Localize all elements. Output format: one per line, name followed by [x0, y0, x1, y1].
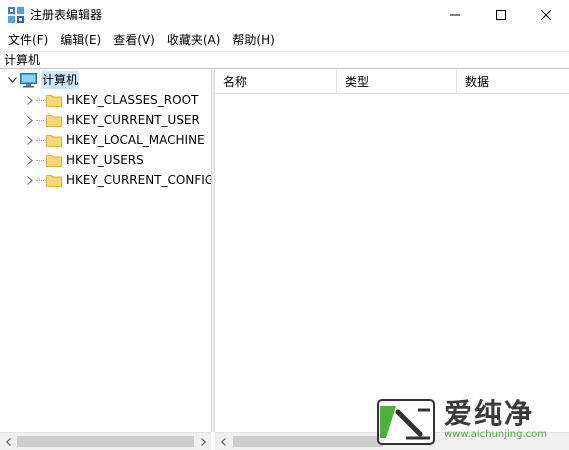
- tree-connector: [36, 139, 44, 141]
- window-title: 注册表编辑器: [30, 8, 103, 22]
- scroll-left-button[interactable]: [0, 433, 16, 450]
- tree-connector: [36, 99, 44, 101]
- tree-item-label: HKEY_USERS: [66, 153, 144, 167]
- menu-help[interactable]: 帮助(H): [226, 30, 280, 50]
- tree-horizontal-scrollbar[interactable]: [0, 432, 211, 450]
- chevron-right-icon[interactable]: [24, 90, 36, 110]
- tree-item-label: HKEY_LOCAL_MACHINE: [66, 133, 205, 147]
- minimize-icon: [450, 14, 460, 16]
- chevron-right-icon[interactable]: [24, 110, 36, 130]
- chevron-right-icon[interactable]: [24, 130, 36, 150]
- scroll-thumb[interactable]: [233, 436, 383, 447]
- registry-editor-icon: [8, 7, 24, 23]
- folder-icon: [46, 115, 62, 127]
- column-header-data[interactable]: 数据: [457, 70, 569, 94]
- title-bar: 注册表编辑器: [0, 0, 569, 30]
- menu-view[interactable]: 查看(V): [107, 30, 161, 50]
- tree-item-label: HKEY_CLASSES_ROOT: [66, 93, 199, 107]
- scroll-thumb[interactable]: [17, 436, 194, 447]
- tree-connector: [36, 159, 44, 161]
- tree-connector: [36, 119, 44, 121]
- aichunjing-logo-icon: [377, 399, 435, 445]
- chevron-right-icon[interactable]: [24, 150, 36, 170]
- scroll-left-button[interactable]: [215, 433, 231, 450]
- tree-item-hkey-users[interactable]: HKEY_USERS: [24, 150, 145, 170]
- minimize-button[interactable]: [432, 0, 478, 30]
- tree-item-label: HKEY_CURRENT_CONFIG: [66, 173, 211, 187]
- folder-icon: [46, 155, 62, 167]
- tree-item-hkey-classes-root[interactable]: HKEY_CLASSES_ROOT: [24, 90, 199, 110]
- registry-tree: 计算机 HKEY_CLASSES_ROOT HKEY_CURRENT_USER …: [0, 70, 211, 432]
- chevron-left-icon: [5, 437, 11, 446]
- column-header-type[interactable]: 类型: [337, 70, 457, 94]
- tree-item-hkey-local-machine[interactable]: HKEY_LOCAL_MACHINE: [24, 130, 206, 150]
- menu-file[interactable]: 文件(F): [2, 30, 54, 50]
- folder-icon: [46, 135, 62, 147]
- tree-item-hkey-current-config[interactable]: HKEY_CURRENT_CONFIG: [24, 170, 211, 190]
- folder-icon: [46, 175, 62, 187]
- list-header: 名称 类型 数据: [215, 70, 569, 94]
- menu-bar: 文件(F) 编辑(E) 查看(V) 收藏夹(A) 帮助(H): [0, 30, 569, 50]
- close-button[interactable]: [523, 0, 569, 30]
- watermark-text: 爱纯净: [444, 397, 535, 430]
- values-list: 名称 类型 数据: [215, 70, 569, 432]
- tree-root-label: 计算机: [41, 71, 80, 89]
- scroll-right-button[interactable]: [195, 433, 211, 450]
- chevron-right-icon: [200, 437, 206, 446]
- close-icon: [541, 10, 551, 20]
- chevron-left-icon: [220, 437, 226, 446]
- computer-icon: [20, 72, 37, 87]
- menu-favorites[interactable]: 收藏夹(A): [161, 30, 227, 50]
- folder-icon: [46, 95, 62, 107]
- chevron-down-icon[interactable]: [6, 70, 18, 90]
- watermark-url: www.aichunjing.com: [444, 429, 547, 440]
- tree-item-label: HKEY_CURRENT_USER: [66, 113, 200, 127]
- tree-connector: [36, 179, 44, 181]
- maximize-button[interactable]: [478, 0, 524, 30]
- tree-root-computer[interactable]: 计算机: [6, 70, 80, 90]
- site-watermark: 爱纯净 www.aichunjing.com: [376, 398, 566, 446]
- column-header-name[interactable]: 名称: [215, 70, 337, 94]
- tree-item-hkey-current-user[interactable]: HKEY_CURRENT_USER: [24, 110, 201, 130]
- chevron-right-icon[interactable]: [24, 170, 36, 190]
- address-bar[interactable]: 计算机: [0, 51, 569, 69]
- menu-edit[interactable]: 编辑(E): [54, 30, 107, 50]
- maximize-icon: [496, 10, 506, 20]
